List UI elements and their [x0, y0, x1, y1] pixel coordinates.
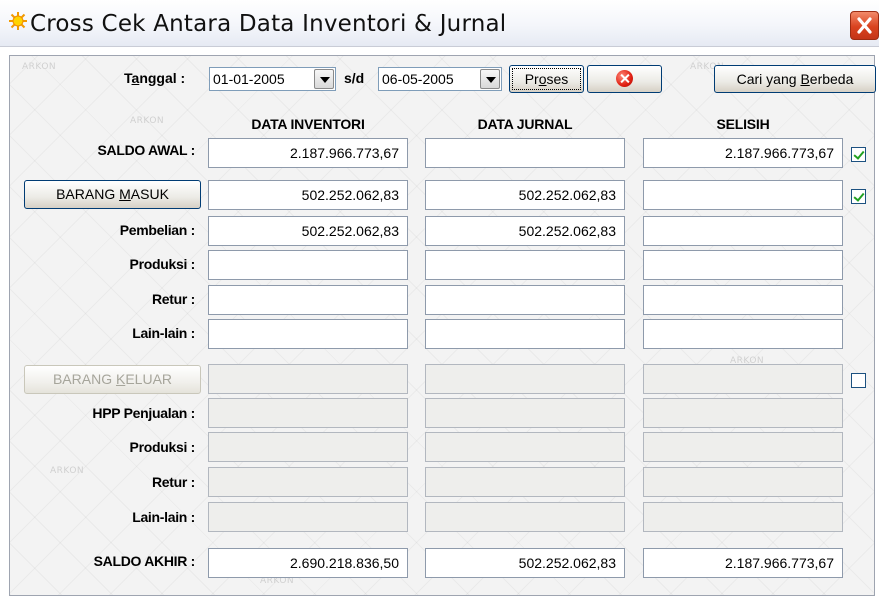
row-label-retur-out: Retur :	[151, 474, 195, 490]
produksi-in-journal-field[interactable]	[425, 250, 625, 280]
produksi-in-inventory-field[interactable]	[208, 250, 408, 280]
column-header-journal: DATA JURNAL	[477, 116, 573, 132]
barang-masuk-difference-field[interactable]	[643, 180, 843, 210]
retur-out-difference-field[interactable]	[643, 467, 843, 497]
pembelian-journal-field[interactable]: 502.252.062,83	[425, 216, 625, 246]
cancel-icon	[616, 70, 633, 87]
watermark-text: ARKON	[22, 62, 57, 72]
barang-keluar-inventory-field[interactable]	[208, 364, 408, 394]
barang-keluar-difference-field[interactable]	[643, 364, 843, 394]
column-header-difference: SELISIH	[716, 116, 770, 132]
date-from-select[interactable]: 01-01-2005	[209, 67, 336, 91]
hpp-penjualan-journal-field[interactable]	[425, 398, 625, 428]
produksi-out-journal-field[interactable]	[425, 432, 625, 462]
barang-masuk-journal-field[interactable]: 502.252.062,83	[425, 180, 625, 210]
hpp-penjualan-difference-field[interactable]	[643, 398, 843, 428]
date-to-value: 06-05-2005	[382, 71, 454, 87]
pembelian-difference-field[interactable]	[643, 216, 843, 246]
cancel-button[interactable]	[587, 65, 662, 93]
title-bar[interactable]: Cross Cek Antara Data Inventori & Jurnal	[0, 0, 879, 47]
row-label-pembelian: Pembelian :	[119, 222, 196, 238]
retur-in-inventory-field[interactable]	[208, 285, 408, 315]
saldo-akhir-difference-field[interactable]: 2.187.966.773,67	[643, 548, 843, 578]
produksi-out-difference-field[interactable]	[643, 432, 843, 462]
row-label-produksi-out: Produksi :	[129, 439, 196, 455]
barang-keluar-checkbox[interactable]	[851, 373, 866, 388]
date-from-value: 01-01-2005	[213, 71, 285, 87]
barang-masuk-inventory-field[interactable]: 502.252.062,83	[208, 180, 408, 210]
main-window: Cross Cek Antara Data Inventori & Jurnal…	[0, 0, 879, 599]
saldo-awal-inventory-field[interactable]: 2.187.966.773,67	[208, 138, 408, 168]
lain-in-difference-field[interactable]	[643, 319, 843, 349]
lain-out-inventory-field[interactable]	[208, 502, 408, 532]
retur-out-inventory-field[interactable]	[208, 467, 408, 497]
close-icon	[857, 17, 872, 34]
retur-out-journal-field[interactable]	[425, 467, 625, 497]
barang-keluar-journal-field[interactable]	[425, 364, 625, 394]
column-header-inventory: DATA INVENTORI	[251, 116, 365, 132]
window-title: Cross Cek Antara Data Inventori & Jurnal	[30, 11, 507, 37]
row-label-retur-in: Retur :	[151, 291, 195, 307]
lain-out-difference-field[interactable]	[643, 502, 843, 532]
sun-icon	[9, 12, 27, 30]
retur-in-difference-field[interactable]	[643, 285, 843, 315]
saldo-awal-checkbox[interactable]	[851, 147, 866, 162]
lain-in-journal-field[interactable]	[425, 319, 625, 349]
chevron-down-icon[interactable]	[314, 69, 334, 89]
produksi-out-inventory-field[interactable]	[208, 432, 408, 462]
row-label-saldo-akhir: SALDO AKHIR :	[93, 553, 196, 569]
pembelian-inventory-field[interactable]: 502.252.062,83	[208, 216, 408, 246]
retur-in-journal-field[interactable]	[425, 285, 625, 315]
process-button[interactable]: Proses	[509, 65, 584, 93]
saldo-awal-journal-field[interactable]	[425, 138, 625, 168]
find-differences-button[interactable]: Cari yang Berbeda	[714, 65, 876, 93]
barang-masuk-checkbox[interactable]	[851, 189, 866, 204]
lain-out-journal-field[interactable]	[425, 502, 625, 532]
date-to-select[interactable]: 06-05-2005	[378, 67, 502, 91]
row-label-hpp-penjualan: HPP Penjualan :	[92, 405, 195, 421]
row-label-saldo-awal: SALDO AWAL :	[97, 142, 195, 158]
date-label: Tanggal :	[124, 70, 186, 86]
row-label-produksi-in: Produksi :	[129, 256, 196, 272]
watermark-text: ARKON	[130, 116, 165, 126]
saldo-akhir-inventory-field[interactable]: 2.690.218.836,50	[208, 548, 408, 578]
produksi-in-difference-field[interactable]	[643, 250, 843, 280]
row-label-lain-out: Lain-lain :	[132, 509, 195, 525]
barang-masuk-button[interactable]: BARANG MASUK	[24, 180, 201, 209]
close-button[interactable]	[850, 11, 879, 40]
saldo-akhir-journal-field[interactable]: 502.252.062,83	[425, 548, 625, 578]
saldo-awal-difference-field[interactable]: 2.187.966.773,67	[643, 138, 843, 168]
hpp-penjualan-inventory-field[interactable]	[208, 398, 408, 428]
chevron-down-icon[interactable]	[480, 69, 500, 89]
row-label-lain-in: Lain-lain :	[132, 325, 195, 341]
date-separator: s/d	[344, 70, 365, 86]
lain-in-inventory-field[interactable]	[208, 319, 408, 349]
barang-keluar-button[interactable]: BARANG KELUAR	[24, 365, 201, 394]
